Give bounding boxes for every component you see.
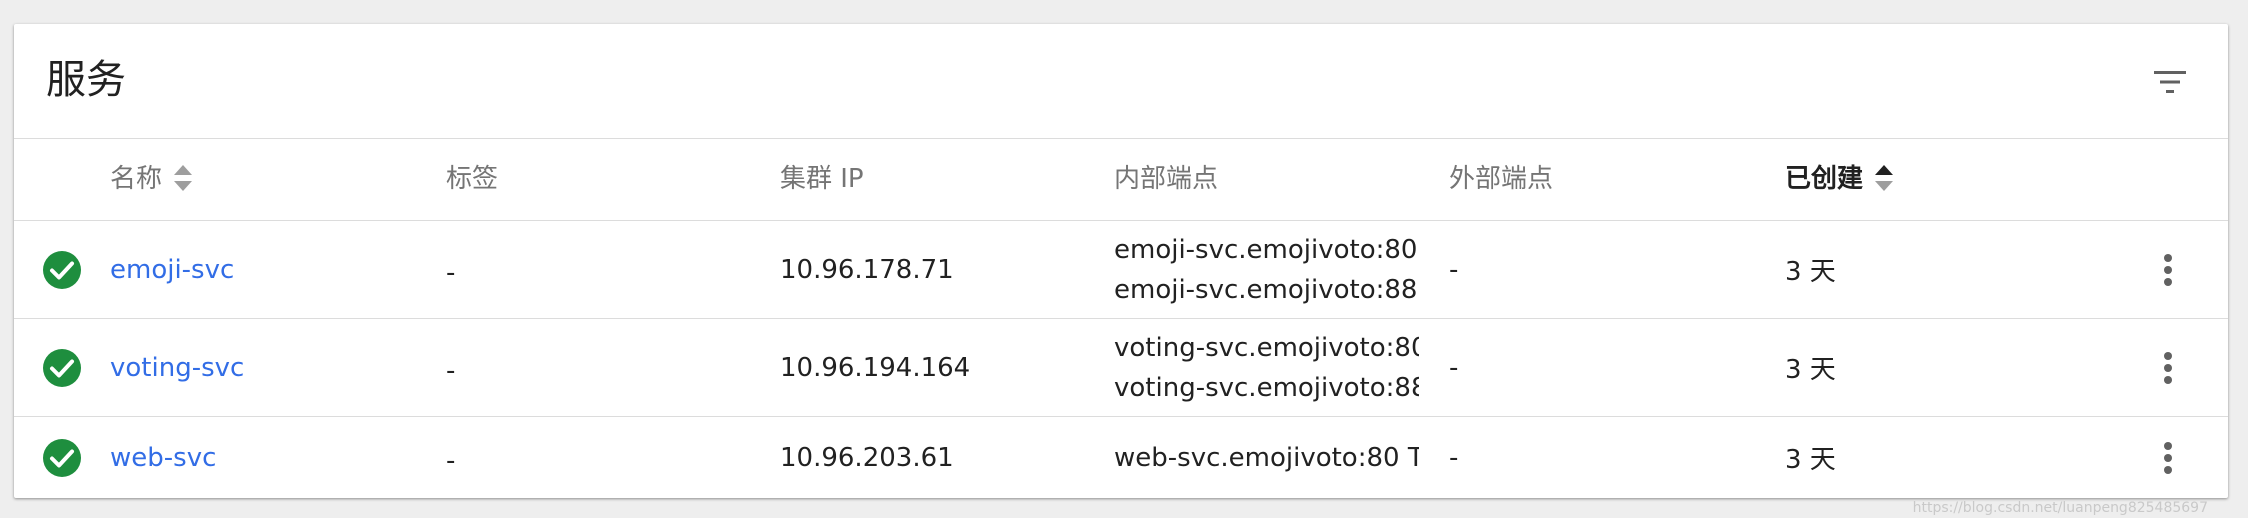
sort-icon[interactable]	[172, 163, 194, 193]
filter-list-icon[interactable]	[2150, 62, 2190, 102]
internal-endpoints-cell: emoji-svc.emojivoto:8080 TCP emoji-svc.e…	[1114, 221, 1419, 318]
created-cell: 3 天	[1785, 257, 1836, 287]
labels-cell: -	[446, 257, 456, 288]
service-name-link[interactable]: emoji-svc	[110, 221, 234, 318]
card-header: 服务	[14, 24, 2228, 139]
column-header-created-label: 已创建	[1785, 164, 1864, 194]
column-header-cluster-ip: 集群 IP	[780, 164, 864, 194]
check-circle-icon	[42, 319, 82, 416]
labels-cell: -	[446, 355, 456, 386]
table-header-row: 名称 标签 集群 IP 内部端点 外部端点 已创建	[14, 139, 2228, 221]
cluster-ip-cell: 10.96.194.164	[780, 352, 971, 383]
internal-endpoints-cell: voting-svc.emojivoto:8080 TCP voting-svc…	[1114, 319, 1419, 416]
table-row: web-svc - 10.96.203.61 web-svc.emojivoto…	[14, 417, 2228, 498]
more-vert-icon[interactable]	[2148, 417, 2188, 498]
internal-endpoints-cell: web-svc.emojivoto:80 TCP	[1114, 417, 1419, 498]
column-header-labels: 标签	[446, 164, 499, 194]
service-name-link[interactable]: web-svc	[110, 417, 216, 498]
check-circle-icon	[42, 417, 82, 498]
external-endpoints-cell: -	[1449, 442, 1459, 473]
cluster-ip-cell: 10.96.178.71	[780, 254, 954, 285]
column-header-name[interactable]: 名称	[110, 139, 194, 220]
internal-endpoint: voting-svc.emojivoto:8080 TCP	[1114, 332, 1419, 363]
internal-endpoint: emoji-svc.emojivoto:8080 TCP	[1114, 234, 1419, 265]
cluster-ip-cell: 10.96.203.61	[780, 442, 954, 473]
column-header-internal-endpoints: 内部端点	[1114, 164, 1219, 194]
card-title: 服务	[46, 57, 126, 103]
column-header-created[interactable]: 已创建	[1785, 139, 1895, 220]
internal-endpoint: web-svc.emojivoto:80 TCP	[1114, 442, 1419, 473]
table-row: emoji-svc - 10.96.178.71 emoji-svc.emoji…	[14, 221, 2228, 319]
check-circle-icon	[42, 221, 82, 318]
column-header-external-endpoints: 外部端点	[1449, 164, 1554, 194]
external-endpoints-cell: -	[1449, 352, 1459, 383]
watermark: https://blog.csdn.net/luanpeng825485697	[1912, 500, 2208, 516]
created-cell: 3 天	[1785, 355, 1836, 385]
service-name-link[interactable]: voting-svc	[110, 319, 244, 416]
internal-endpoint: emoji-svc.emojivoto:8801 TCP	[1114, 274, 1419, 305]
table-row: voting-svc - 10.96.194.164 voting-svc.em…	[14, 319, 2228, 417]
external-endpoints-cell: -	[1449, 254, 1459, 285]
more-vert-icon[interactable]	[2148, 221, 2188, 318]
column-header-name-label: 名称	[110, 164, 163, 194]
services-card: 服务 名称 标签 集群 IP 内部端点 外部端点 已创建 emoji-svc -…	[14, 24, 2228, 498]
sort-ascending-icon[interactable]	[1873, 163, 1895, 193]
more-vert-icon[interactable]	[2148, 319, 2188, 416]
created-cell: 3 天	[1785, 445, 1836, 475]
labels-cell: -	[446, 445, 456, 476]
internal-endpoint: voting-svc.emojivoto:8801 TCP	[1114, 372, 1419, 403]
